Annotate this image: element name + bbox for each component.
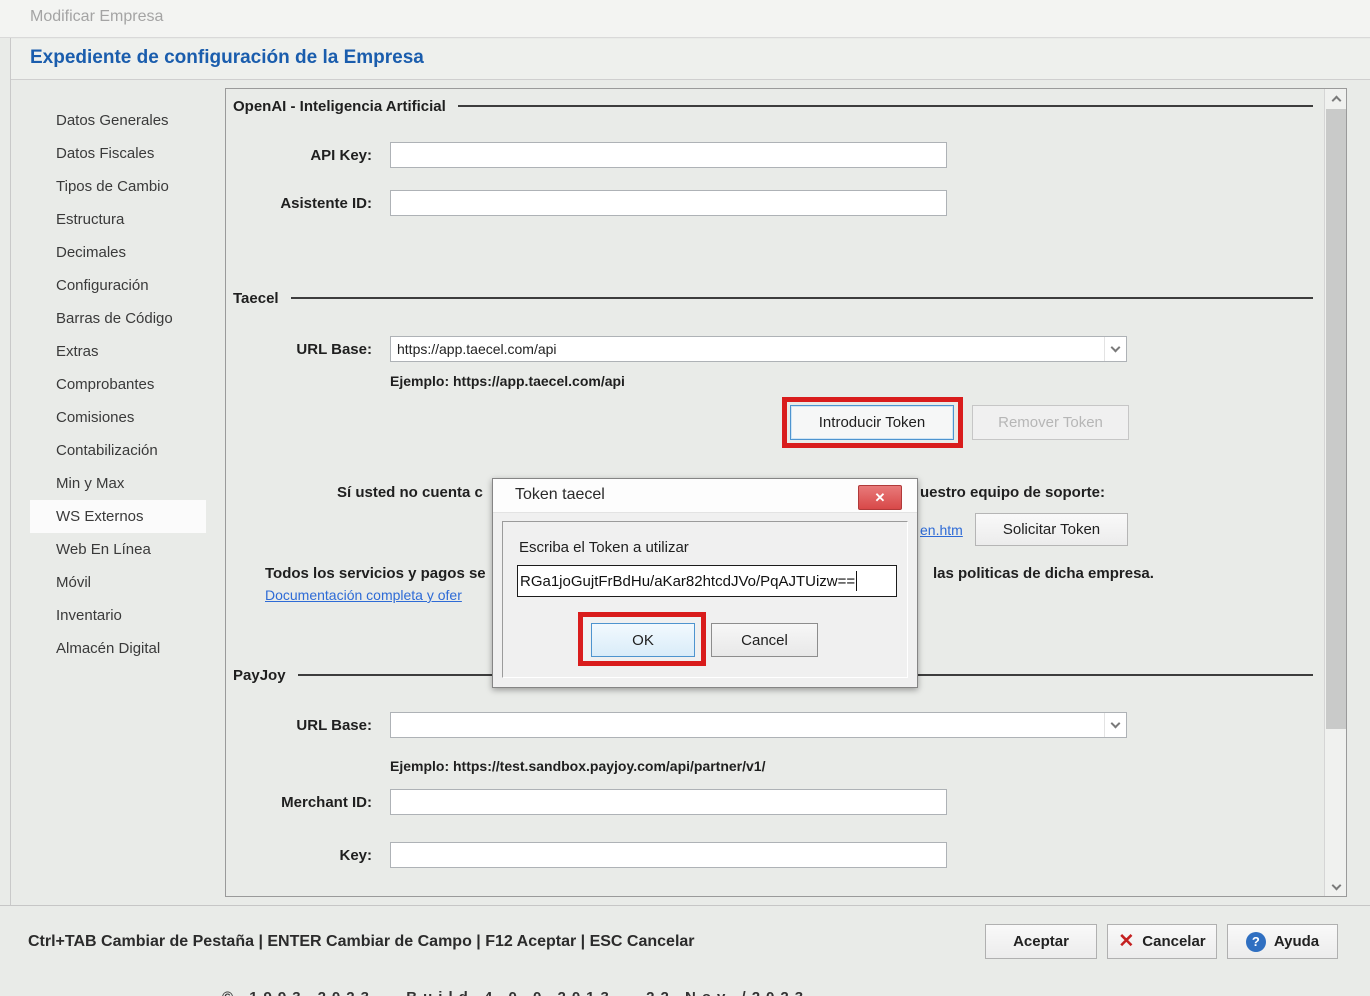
- token-input[interactable]: RGa1joGujtFrBdHu/aKar82htcdJVo/PqAJTUizw…: [517, 565, 897, 597]
- close-icon[interactable]: ✕: [858, 485, 902, 510]
- page-title: Expediente de configuración de la Empres…: [30, 47, 424, 69]
- keyboard-shortcuts-text: Ctrl+TAB Cambiar de Pestaña | ENTER Camb…: [28, 933, 695, 951]
- taecel-token-link[interactable]: en.htm: [920, 522, 963, 538]
- solicitar-token-button[interactable]: Solicitar Token: [975, 513, 1128, 546]
- left-divider: [10, 38, 11, 906]
- highlight-box-ok: [578, 612, 706, 666]
- taecel-services-text-left: Todos los servicios y pagos se: [265, 565, 486, 582]
- settings-sidebar: Datos Generales Datos Fiscales Tipos de …: [30, 104, 206, 665]
- footer-divider: [0, 905, 1370, 906]
- sidebar-item-extras[interactable]: Extras: [30, 335, 206, 368]
- taecel-support-text-left: Sí usted no cuenta c: [337, 484, 483, 501]
- cancelar-label: Cancelar: [1142, 933, 1205, 950]
- aceptar-button[interactable]: Aceptar: [985, 924, 1097, 959]
- text-caret: [856, 571, 857, 591]
- vertical-scrollbar[interactable]: [1324, 89, 1346, 896]
- window-titlebar: Modificar Empresa: [0, 0, 1370, 38]
- sidebar-item-tipos-de-cambio[interactable]: Tipos de Cambio: [30, 170, 206, 203]
- chevron-down-icon: [1331, 881, 1341, 891]
- token-prompt-label: Escriba el Token a utilizar: [519, 539, 689, 556]
- aceptar-label: Aceptar: [1013, 933, 1069, 950]
- section-openai-rule: [458, 105, 1313, 107]
- sidebar-item-comisiones[interactable]: Comisiones: [30, 401, 206, 434]
- payjoy-ejemplo-text: Ejemplo: https://test.sandbox.payjoy.com…: [390, 758, 765, 774]
- chevron-up-icon: [1331, 95, 1341, 105]
- api-key-label: API Key:: [222, 147, 372, 164]
- dialog-titlebar: Token taecel ✕: [493, 479, 917, 513]
- chevron-down-icon[interactable]: [1104, 713, 1126, 737]
- introducir-token-button[interactable]: Introducir Token: [790, 405, 954, 440]
- sidebar-item-almacen-digital[interactable]: Almacén Digital: [30, 632, 206, 665]
- payjoy-url-base-combo[interactable]: [390, 712, 1127, 738]
- sidebar-item-web-en-linea[interactable]: Web En Línea: [30, 533, 206, 566]
- taecel-url-base-label: URL Base:: [222, 341, 372, 358]
- asistente-id-label: Asistente ID:: [222, 195, 372, 212]
- sidebar-item-movil[interactable]: Móvil: [30, 566, 206, 599]
- sidebar-item-datos-fiscales[interactable]: Datos Fiscales: [30, 137, 206, 170]
- clipped-copyright-text: © 1993-2023 - Build 4.0.0.2013 - 22 Nov …: [222, 989, 1202, 996]
- scroll-up-button[interactable]: [1325, 89, 1347, 107]
- section-taecel-rule: [291, 297, 1313, 299]
- cancelar-button[interactable]: ✕ Cancelar: [1107, 924, 1217, 959]
- section-payjoy-title: PayJoy: [233, 667, 286, 684]
- section-taecel-title: Taecel: [233, 290, 279, 307]
- sidebar-item-datos-generales[interactable]: Datos Generales: [30, 104, 206, 137]
- scroll-down-button[interactable]: [1325, 878, 1347, 896]
- sidebar-item-min-y-max[interactable]: Min y Max: [30, 467, 206, 500]
- section-taecel: Taecel: [233, 289, 1313, 307]
- modificar-empresa-window: Modificar Empresa Expediente de configur…: [0, 0, 1370, 996]
- payjoy-key-input[interactable]: [390, 842, 947, 868]
- sidebar-item-decimales[interactable]: Decimales: [30, 236, 206, 269]
- merchant-id-input[interactable]: [390, 789, 947, 815]
- window-title: Modificar Empresa: [30, 8, 163, 26]
- taecel-support-text-right: uestro equipo de soporte:: [920, 484, 1105, 501]
- cancel-button[interactable]: Cancel: [711, 623, 818, 657]
- taecel-services-text-right: las politicas de dicha empresa.: [933, 565, 1154, 582]
- page-header-bar: Expediente de configuración de la Empres…: [10, 39, 1370, 80]
- taecel-url-base-combo[interactable]: https://app.taecel.com/api: [390, 336, 1127, 362]
- help-icon: ?: [1246, 932, 1266, 952]
- documentacion-link[interactable]: Documentación completa y ofer: [265, 587, 462, 603]
- taecel-url-base-value: https://app.taecel.com/api: [397, 341, 557, 357]
- taecel-ejemplo-text: Ejemplo: https://app.taecel.com/api: [390, 373, 625, 389]
- asistente-id-input[interactable]: [390, 190, 947, 216]
- api-key-input[interactable]: [390, 142, 947, 168]
- sidebar-item-contabilizacion[interactable]: Contabilización: [30, 434, 206, 467]
- payjoy-key-label: Key:: [222, 847, 372, 864]
- section-openai: OpenAI - Inteligencia Artificial: [233, 97, 1313, 115]
- ayuda-label: Ayuda: [1274, 933, 1319, 950]
- sidebar-item-ws-externos[interactable]: WS Externos: [30, 500, 206, 533]
- payjoy-url-base-label: URL Base:: [222, 717, 372, 734]
- scrollbar-thumb[interactable]: [1326, 109, 1346, 729]
- merchant-id-label: Merchant ID:: [222, 794, 372, 811]
- sidebar-item-configuracion[interactable]: Configuración: [30, 269, 206, 302]
- sidebar-item-inventario[interactable]: Inventario: [30, 599, 206, 632]
- sidebar-item-comprobantes[interactable]: Comprobantes: [30, 368, 206, 401]
- red-x-icon: ✕: [1118, 932, 1134, 951]
- token-input-value: RGa1joGujtFrBdHu/aKar82htcdJVo/PqAJTUizw…: [520, 573, 855, 590]
- ayuda-button[interactable]: ? Ayuda: [1227, 924, 1338, 959]
- remover-token-button[interactable]: Remover Token: [972, 405, 1129, 440]
- dialog-title: Token taecel: [515, 486, 605, 504]
- sidebar-item-barras-de-codigo[interactable]: Barras de Código: [30, 302, 206, 335]
- sidebar-item-estructura[interactable]: Estructura: [30, 203, 206, 236]
- section-openai-title: OpenAI - Inteligencia Artificial: [233, 98, 446, 115]
- chevron-down-icon[interactable]: [1104, 337, 1126, 361]
